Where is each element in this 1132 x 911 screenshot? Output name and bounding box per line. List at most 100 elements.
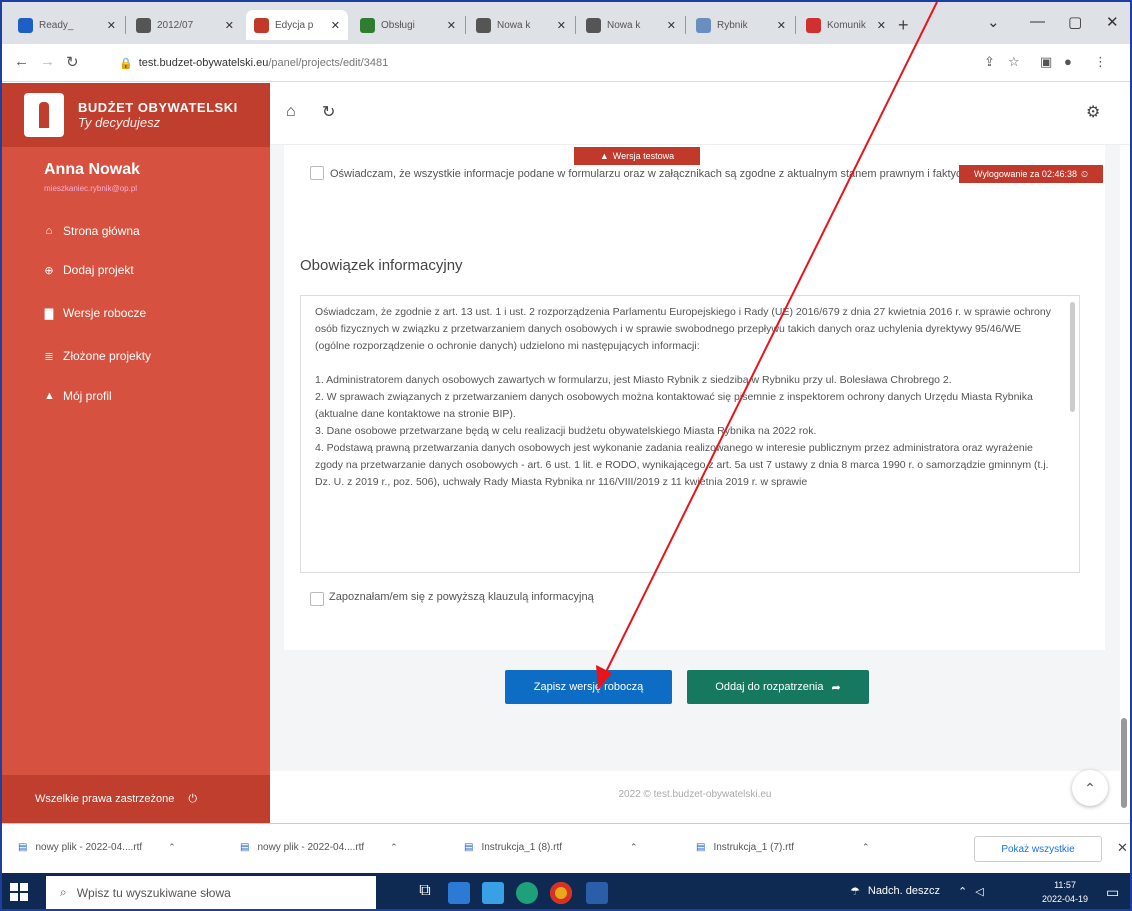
brand[interactable]: BUDŻET OBYWATELSKI Ty decydujesz <box>2 83 270 147</box>
consent-checkbox[interactable] <box>310 592 324 606</box>
word-icon[interactable] <box>586 882 608 904</box>
tab-title: Nowa k <box>607 19 641 31</box>
clock-time: 11:57 <box>1054 880 1076 890</box>
info-scrollbar[interactable] <box>1070 302 1075 412</box>
chevron-up-icon[interactable]: ⌃ <box>630 842 638 853</box>
close-icon[interactable]: ✕ <box>877 19 886 32</box>
tab-title: 2012/07 <box>157 19 194 31</box>
browser-tab[interactable]: 2012/07 ✕ <box>128 10 242 40</box>
tab-title: Nowa k <box>497 19 531 31</box>
info-paragraph: 4. Podstawą prawną przetwarzania danych … <box>315 442 1049 488</box>
information-clause-box[interactable]: Oświadczam, że zgodnie z art. 13 ust. 1 … <box>300 295 1080 573</box>
declaration-checkbox[interactable] <box>310 166 324 180</box>
sidebar-footer: Wszelkie prawa zastrzeżone ⏻ <box>2 775 270 823</box>
plus-circle-icon: ⊕ <box>44 264 54 277</box>
tab-search-chevron-icon[interactable]: ⌄ <box>987 13 1000 31</box>
close-icon[interactable]: ✕ <box>1117 840 1128 856</box>
lock-icon: 🔒 <box>119 57 133 70</box>
browser-tab-strip: Ready_ ✕ 2012/07 ✕ Edycja p ✕ Obsługi ✕ Nowa… <box>2 2 1130 44</box>
browser-tab-active[interactable]: Edycja p ✕ <box>246 10 348 40</box>
chevron-up-icon[interactable]: ⌃ <box>958 885 967 898</box>
home-icon[interactable]: ⌂ <box>286 103 296 121</box>
minimize-icon[interactable]: — <box>1030 13 1045 30</box>
sidebar-item-profile[interactable]: ▲ Mój profil <box>44 389 112 403</box>
footer-text: 2022 © test.budzet-obywatelski.eu <box>618 789 772 800</box>
sidebar-item-add-project[interactable]: ⊕ Dodaj projekt <box>44 263 133 277</box>
maximize-icon[interactable]: ▢ <box>1068 13 1082 31</box>
system-clock[interactable]: 11:57 2022-04-19 <box>1042 878 1088 906</box>
tab-favicon-icon <box>360 17 375 33</box>
chrome-browser-icon[interactable] <box>550 882 572 904</box>
download-item[interactable]: ▤ Instrukcja_1 (8).rtf ⌃ <box>464 842 638 853</box>
tab-favicon-icon <box>136 17 151 33</box>
new-tab-plus-icon[interactable]: + <box>898 15 909 36</box>
close-icon[interactable]: ✕ <box>777 19 786 32</box>
chevron-up-icon: ⌃ <box>1084 779 1096 796</box>
back-arrow-icon[interactable]: ← <box>14 53 29 70</box>
refresh-icon[interactable]: ↻ <box>322 102 335 122</box>
sidebar-item-submitted[interactable]: ≣ Złożone projekty <box>44 349 151 363</box>
weather-widget[interactable]: ☂ Nadch. deszcz ⌃ ◁ <box>850 885 984 898</box>
submit-project-button[interactable]: Oddaj do rozpatrzenia ➦ <box>687 670 869 704</box>
save-draft-label: Zapisz wersję roboczą <box>533 681 644 693</box>
url-field[interactable]: 🔒 test.budzet-obywatelski.eu/panel/projec… <box>119 51 874 75</box>
browser-tab[interactable]: Rybnik ✕ <box>688 10 794 40</box>
browser-tab[interactable]: Obsługi ✕ <box>352 10 464 40</box>
gear-icon[interactable]: ⚙ <box>1086 102 1100 122</box>
browser-tab[interactable]: Nowa k ✕ <box>468 10 574 40</box>
reload-icon[interactable]: ↻ <box>66 53 79 71</box>
mail-icon[interactable] <box>482 882 504 904</box>
chevron-up-icon[interactable]: ⌃ <box>390 842 398 853</box>
browser-tab[interactable]: Komunik ✕ <box>798 10 894 40</box>
windows-start-icon[interactable] <box>10 883 28 901</box>
calculator-icon[interactable] <box>448 882 470 904</box>
bookmark-star-icon[interactable]: ☆ <box>1008 54 1020 70</box>
close-window-icon[interactable]: ✕ <box>1106 13 1119 31</box>
taskbar-search-box[interactable]: ⌕ Wpisz tu wyszukiwane słowa <box>46 876 376 909</box>
close-icon[interactable]: ✕ <box>331 19 340 32</box>
brand-subtitle: Ty decydujesz <box>78 115 161 130</box>
chevron-up-icon[interactable]: ⌃ <box>168 842 176 853</box>
power-icon[interactable]: ⏻ <box>188 793 197 806</box>
sidebar-item-label: Mój profil <box>63 389 112 403</box>
show-all-downloads-button[interactable]: Pokaż wszystkie <box>974 836 1102 862</box>
close-icon[interactable]: ✕ <box>225 19 234 32</box>
clock-date: 2022-04-19 <box>1042 894 1089 904</box>
task-view-icon[interactable]: ⧉ <box>414 882 436 904</box>
close-icon[interactable]: ✕ <box>107 19 116 32</box>
test-version-banner: ▲ Wersja testowa <box>574 147 700 165</box>
info-paragraph: 3. Dane osobowe przetwarzane będą w celu… <box>315 425 817 437</box>
close-icon[interactable]: ✕ <box>557 19 566 32</box>
page-scrollbar[interactable] <box>1121 718 1127 808</box>
close-icon[interactable]: ✕ <box>667 19 676 32</box>
profile-icon[interactable]: ● <box>1064 54 1072 69</box>
side-panel-icon[interactable]: ▣ <box>1040 54 1052 70</box>
tab-favicon-icon <box>254 17 269 33</box>
tab-favicon-icon <box>586 17 601 33</box>
speaker-icon[interactable]: ◁ <box>975 885 983 898</box>
menu-dots-icon[interactable]: ⋮ <box>1094 54 1107 70</box>
url-host: test.budzet-obywatelski.eu <box>138 57 269 69</box>
submit-label: Oddaj do rozpatrzenia <box>715 681 824 693</box>
sidebar-item-label: Złożone projekty <box>63 349 152 363</box>
chevron-up-icon[interactable]: ⌃ <box>862 842 870 853</box>
share-icon[interactable]: ⇪ <box>984 54 995 70</box>
download-item[interactable]: ▤ nowy plik - 2022-04....rtf ⌃ <box>240 842 398 853</box>
browser-tab[interactable]: Nowa k ✕ <box>578 10 684 40</box>
tab-title: Komunik <box>827 19 866 31</box>
save-draft-button[interactable]: Zapisz wersję roboczą <box>505 670 672 704</box>
logout-timer-badge[interactable]: Wylogowanie za 02:46:38 ⏲ <box>959 165 1103 183</box>
sidebar-item-label: Strona główna <box>63 224 140 238</box>
section-title: Obowiązek informacyjny <box>300 257 463 274</box>
forward-arrow-icon[interactable]: → <box>40 53 55 70</box>
browser-tab[interactable]: Ready_ ✕ <box>10 10 124 40</box>
notifications-icon[interactable]: ▭ <box>1106 884 1119 901</box>
sidebar-item-drafts[interactable]: ▇ Wersje robocze <box>44 306 146 320</box>
scroll-to-top-button[interactable]: ⌃ <box>1072 770 1108 806</box>
sidebar-item-home[interactable]: ⌂ Strona główna <box>44 224 140 238</box>
download-item[interactable]: ▤ nowy plik - 2022-04....rtf ⌃ <box>18 842 176 853</box>
download-item[interactable]: ▤ Instrukcja_1 (7).rtf ⌃ <box>696 842 870 853</box>
edge-browser-icon[interactable] <box>516 882 538 904</box>
main-content: Oświadczam, że wszystkie informacje poda… <box>270 145 1120 771</box>
close-icon[interactable]: ✕ <box>447 19 456 32</box>
